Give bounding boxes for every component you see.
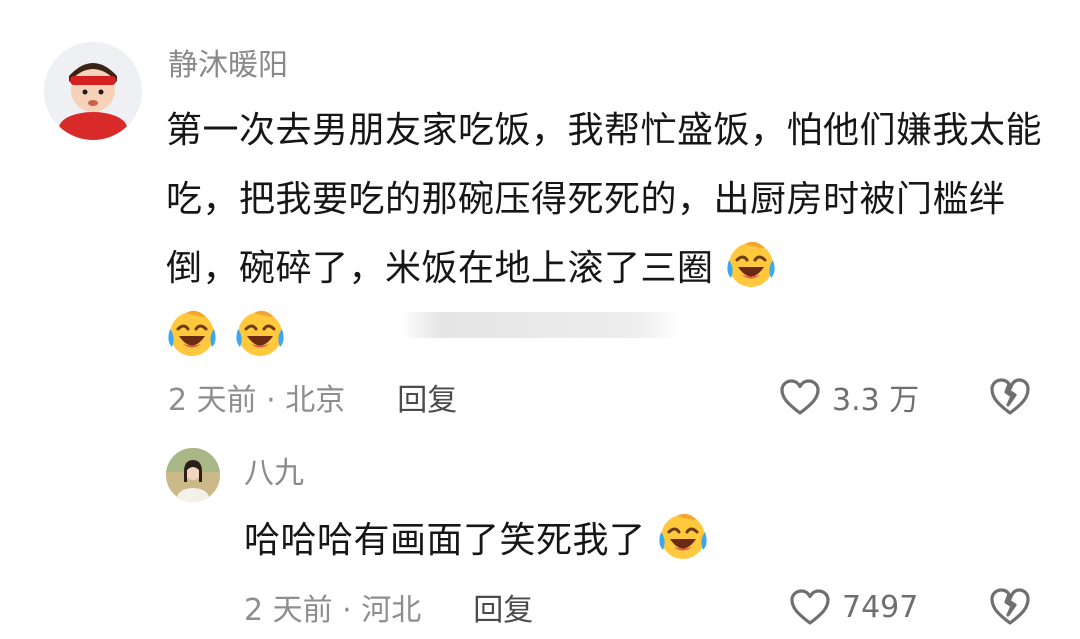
comment-meta: 2 天前 · 北京 回复 [168,374,457,420]
girl-avatar-image [166,448,220,502]
reply-meta: 2 天前 · 河北 回复 [244,584,533,630]
blurred-watermark [400,312,680,338]
comment-text: 第一次去男朋友家吃饭，我帮忙盛饭，怕他们嫌我太能吃，把我要吃的那碗压得死死的，出… [166,110,1043,289]
reply-button[interactable]: 回复 [473,585,533,629]
broken-heart-icon[interactable] [988,585,1032,627]
reply-text: 哈哈哈有画面了笑死我了 [244,520,646,561]
reply-like-button[interactable]: 7497 [788,582,918,632]
laugh-cry-emoji [234,307,286,359]
reply-author-avatar[interactable] [166,448,220,502]
reply-body: 哈哈哈有画面了笑死我了 [244,510,709,571]
laugh-cry-emoji [657,510,709,562]
heart-icon [790,589,830,625]
author-avatar[interactable] [44,42,142,140]
baby-avatar-image [44,42,142,140]
comment-time-location: 2 天前 · 北京 [168,383,346,418]
reply-author-name[interactable]: 八九 [244,452,304,496]
laugh-cry-emoji [166,307,218,359]
reply-button[interactable]: 回复 [397,375,457,419]
broken-heart-icon[interactable] [988,375,1032,417]
reply-like-count: 7497 [842,589,919,625]
laugh-cry-emoji [725,238,777,290]
heart-icon [780,379,820,415]
like-count: 3.3 万 [832,383,920,418]
like-button[interactable]: 3.3 万 [778,372,919,422]
author-name[interactable]: 静沐暖阳 [168,44,288,88]
reply-time-location: 2 天前 · 河北 [244,593,422,628]
